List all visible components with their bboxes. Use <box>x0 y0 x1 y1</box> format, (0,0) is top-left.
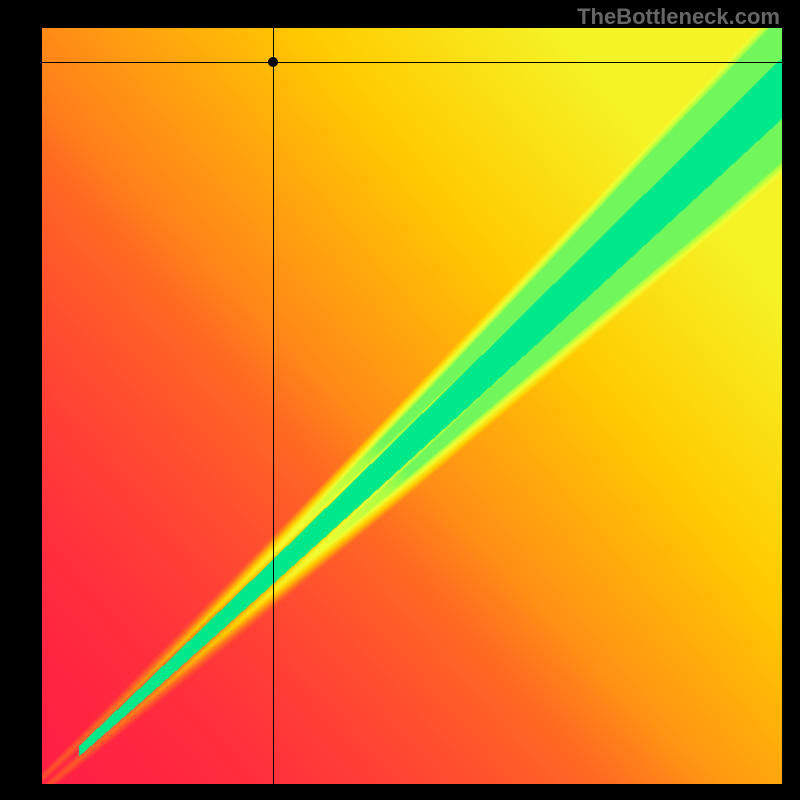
crosshair-vertical <box>273 28 274 784</box>
marker-dot <box>268 57 278 67</box>
crosshair-horizontal <box>42 62 782 63</box>
heatmap-canvas <box>42 28 782 784</box>
chart-container: TheBottleneck.com <box>0 0 800 800</box>
watermark-text: TheBottleneck.com <box>577 4 780 30</box>
heatmap-area <box>42 28 782 784</box>
